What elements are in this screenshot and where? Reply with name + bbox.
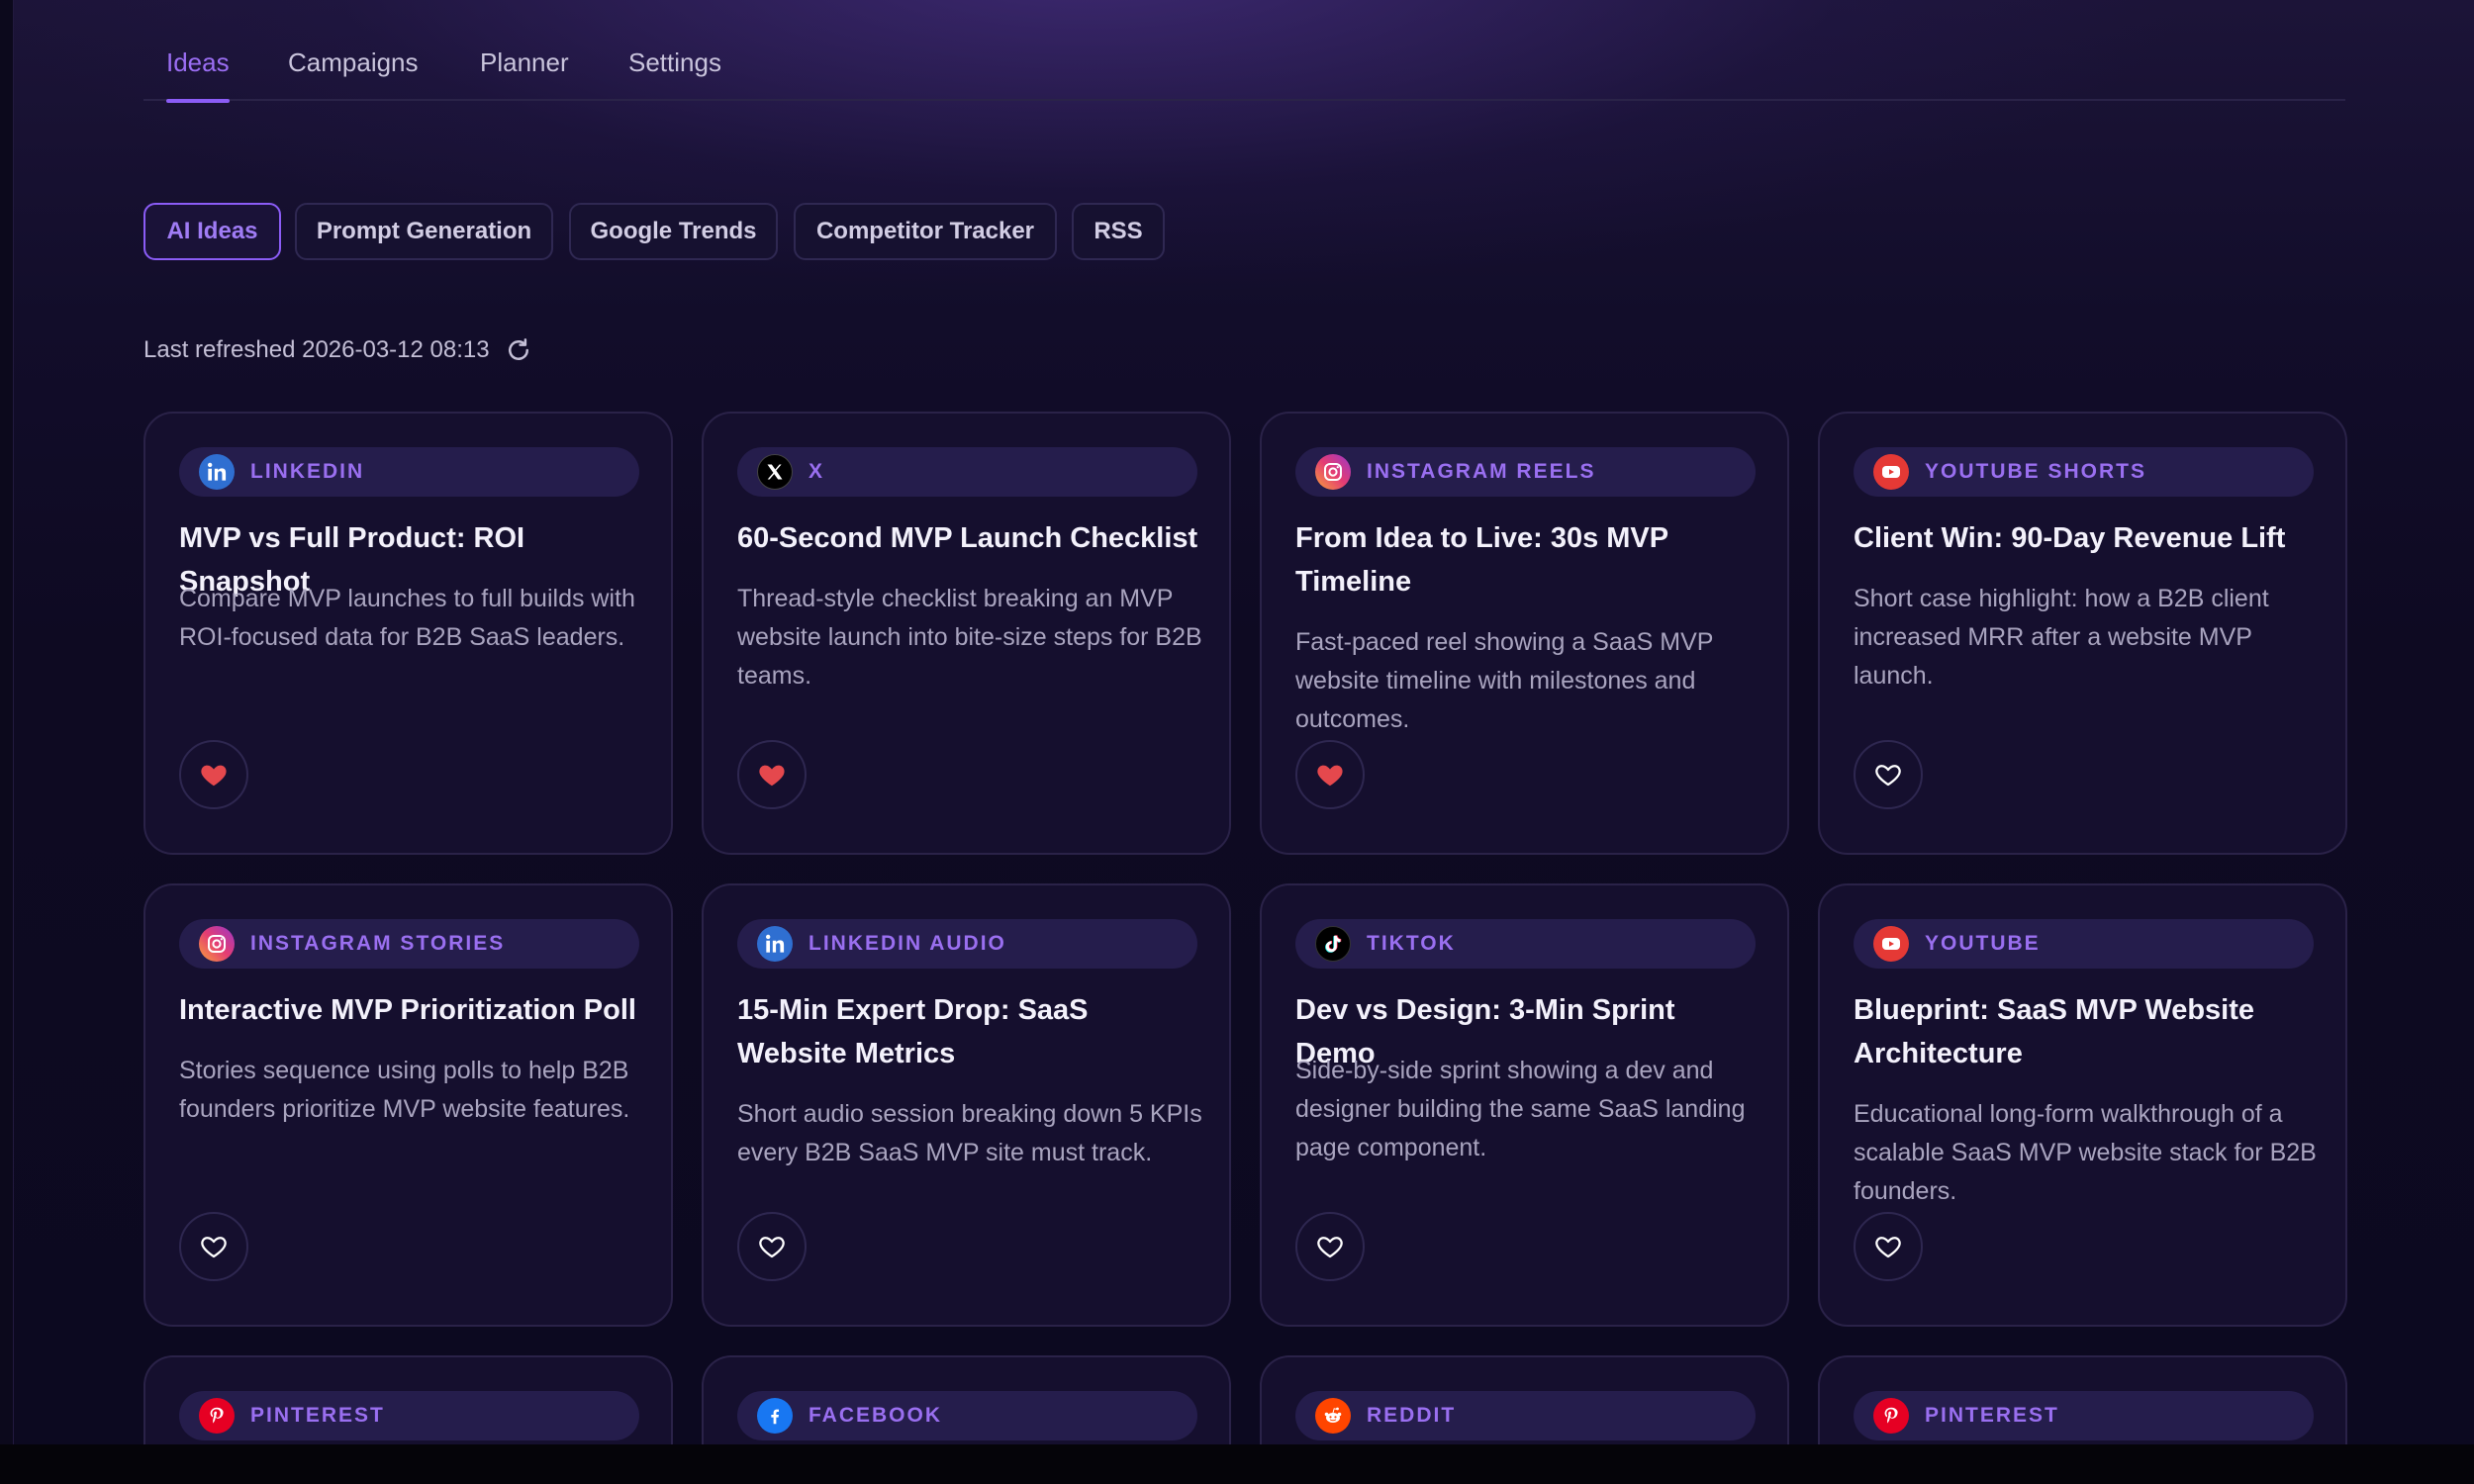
- idea-description: Compare MVP launches to full builds with…: [179, 585, 635, 651]
- like-button[interactable]: [179, 1212, 248, 1281]
- heart-filled-icon: [759, 765, 785, 787]
- idea-card[interactable]: PINTEREST: [1818, 1355, 2347, 1444]
- heart-filled-icon: [1317, 765, 1343, 787]
- facebook-icon: [757, 1398, 793, 1434]
- platform-badge: FACEBOOK: [737, 1391, 1197, 1440]
- idea-card[interactable]: X 60-Second MVP Launch Checklist Thread-…: [702, 412, 1231, 855]
- platform-label: REDDIT: [1367, 1404, 1457, 1427]
- platform-label: INSTAGRAM STORIES: [250, 932, 506, 955]
- app-viewport: Ideas Campaigns Planner Settings AI Idea…: [0, 0, 2474, 1444]
- platform-label: FACEBOOK: [809, 1404, 943, 1427]
- platform-badge: LINKEDIN: [179, 447, 639, 497]
- pinterest-icon: [1873, 1398, 1909, 1434]
- linkedin-icon: [199, 454, 235, 490]
- platform-label: LINKEDIN: [250, 460, 365, 483]
- tab-planner[interactable]: Planner: [480, 47, 569, 101]
- idea-card[interactable]: PINTEREST: [143, 1355, 673, 1444]
- filter-rss[interactable]: RSS: [1072, 203, 1165, 260]
- x-icon: [757, 454, 793, 490]
- platform-badge: PINTEREST: [179, 1391, 639, 1440]
- idea-description: Fast-paced reel showing a SaaS MVP websi…: [1295, 628, 1713, 733]
- platform-label: X: [809, 460, 825, 483]
- platform-badge: INSTAGRAM REELS: [1295, 447, 1756, 497]
- platform-badge: X: [737, 447, 1197, 497]
- last-refreshed-text: Last refreshed 2026-03-12 08:13: [143, 336, 490, 363]
- tab-campaigns[interactable]: Campaigns: [288, 47, 419, 101]
- platform-badge: YOUTUBE SHORTS: [1854, 447, 2314, 497]
- platform-label: TIKTOK: [1367, 932, 1456, 955]
- like-button[interactable]: [737, 1212, 807, 1281]
- left-rail: [0, 0, 14, 1444]
- tab-settings[interactable]: Settings: [628, 47, 721, 101]
- idea-card[interactable]: TIKTOK Dev vs Design: 3-Min Sprint Demo …: [1260, 883, 1789, 1327]
- like-button[interactable]: [1295, 740, 1365, 809]
- platform-badge: LINKEDIN AUDIO: [737, 919, 1197, 969]
- platform-badge: YOUTUBE: [1854, 919, 2314, 969]
- platform-label: PINTEREST: [1925, 1404, 2059, 1427]
- last-refreshed: Last refreshed 2026-03-12 08:13: [143, 332, 533, 368]
- idea-card[interactable]: YOUTUBE Blueprint: SaaS MVP Website Arch…: [1818, 883, 2347, 1327]
- idea-title: From Idea to Live: 30s MVP Timeline: [1295, 522, 1668, 598]
- youtube-icon: [1873, 454, 1909, 490]
- idea-title: Blueprint: SaaS MVP Website Architecture: [1854, 994, 2255, 1069]
- platform-label: PINTEREST: [250, 1404, 385, 1427]
- tab-ideas[interactable]: Ideas: [166, 47, 230, 103]
- idea-card[interactable]: YOUTUBE SHORTS Client Win: 90-Day Revenu…: [1818, 412, 2347, 855]
- tiktok-icon: [1315, 926, 1351, 962]
- idea-description: Side-by-side sprint showing a dev and de…: [1295, 1057, 1746, 1161]
- heart-outline-icon: [759, 1237, 785, 1258]
- heart-outline-icon: [1317, 1237, 1343, 1258]
- instagram-icon: [1315, 454, 1351, 490]
- idea-description: Short case highlight: how a B2B client i…: [1854, 585, 2269, 690]
- filter-google-trends[interactable]: Google Trends: [569, 203, 778, 260]
- platform-label: INSTAGRAM REELS: [1367, 460, 1596, 483]
- platform-label: YOUTUBE: [1925, 932, 2041, 955]
- bottom-bar: [0, 1444, 2474, 1484]
- like-button[interactable]: [179, 740, 248, 809]
- heart-filled-icon: [201, 765, 227, 787]
- heart-outline-icon: [1875, 765, 1901, 787]
- idea-card[interactable]: REDDIT: [1260, 1355, 1789, 1444]
- platform-label: LINKEDIN AUDIO: [809, 932, 1006, 955]
- platform-label: YOUTUBE SHORTS: [1925, 460, 2147, 483]
- platform-badge: TIKTOK: [1295, 919, 1756, 969]
- instagram-icon: [199, 926, 235, 962]
- platform-badge: REDDIT: [1295, 1391, 1756, 1440]
- filter-competitor-tracker[interactable]: Competitor Tracker: [794, 203, 1057, 260]
- idea-description: Educational long-form walkthrough of a s…: [1854, 1100, 2317, 1205]
- idea-card[interactable]: FACEBOOK: [702, 1355, 1231, 1444]
- like-button[interactable]: [1854, 740, 1923, 809]
- idea-card[interactable]: INSTAGRAM STORIES Interactive MVP Priori…: [143, 883, 673, 1327]
- heart-outline-icon: [1875, 1237, 1901, 1258]
- platform-badge: INSTAGRAM STORIES: [179, 919, 639, 969]
- main-tabs: Ideas Campaigns Planner Settings: [143, 0, 2345, 103]
- idea-card[interactable]: LINKEDIN AUDIO 15-Min Expert Drop: SaaS …: [702, 883, 1231, 1327]
- idea-title: 60-Second MVP Launch Checklist: [737, 522, 1198, 554]
- youtube-icon: [1873, 926, 1909, 962]
- idea-description: Stories sequence using polls to help B2B…: [179, 1057, 630, 1123]
- reddit-icon: [1315, 1398, 1351, 1434]
- idea-description: Thread-style checklist breaking an MVP w…: [737, 585, 1202, 690]
- like-button[interactable]: [1295, 1212, 1365, 1281]
- heart-outline-icon: [201, 1237, 227, 1258]
- idea-card[interactable]: LINKEDIN MVP vs Full Product: ROI Snapsh…: [143, 412, 673, 855]
- idea-title: Interactive MVP Prioritization Poll: [179, 994, 636, 1026]
- idea-card[interactable]: INSTAGRAM REELS From Idea to Live: 30s M…: [1260, 412, 1789, 855]
- refresh-icon[interactable]: [504, 335, 533, 365]
- like-button[interactable]: [737, 740, 807, 809]
- pinterest-icon: [199, 1398, 235, 1434]
- platform-badge: PINTEREST: [1854, 1391, 2314, 1440]
- idea-title: 15-Min Expert Drop: SaaS Website Metrics: [737, 994, 1089, 1069]
- filter-prompt-generation[interactable]: Prompt Generation: [295, 203, 553, 260]
- idea-description: Short audio session breaking down 5 KPIs…: [737, 1100, 1202, 1166]
- filter-ai-ideas[interactable]: AI Ideas: [143, 203, 281, 260]
- linkedin-icon: [757, 926, 793, 962]
- idea-title: Client Win: 90-Day Revenue Lift: [1854, 522, 2286, 554]
- like-button[interactable]: [1854, 1212, 1923, 1281]
